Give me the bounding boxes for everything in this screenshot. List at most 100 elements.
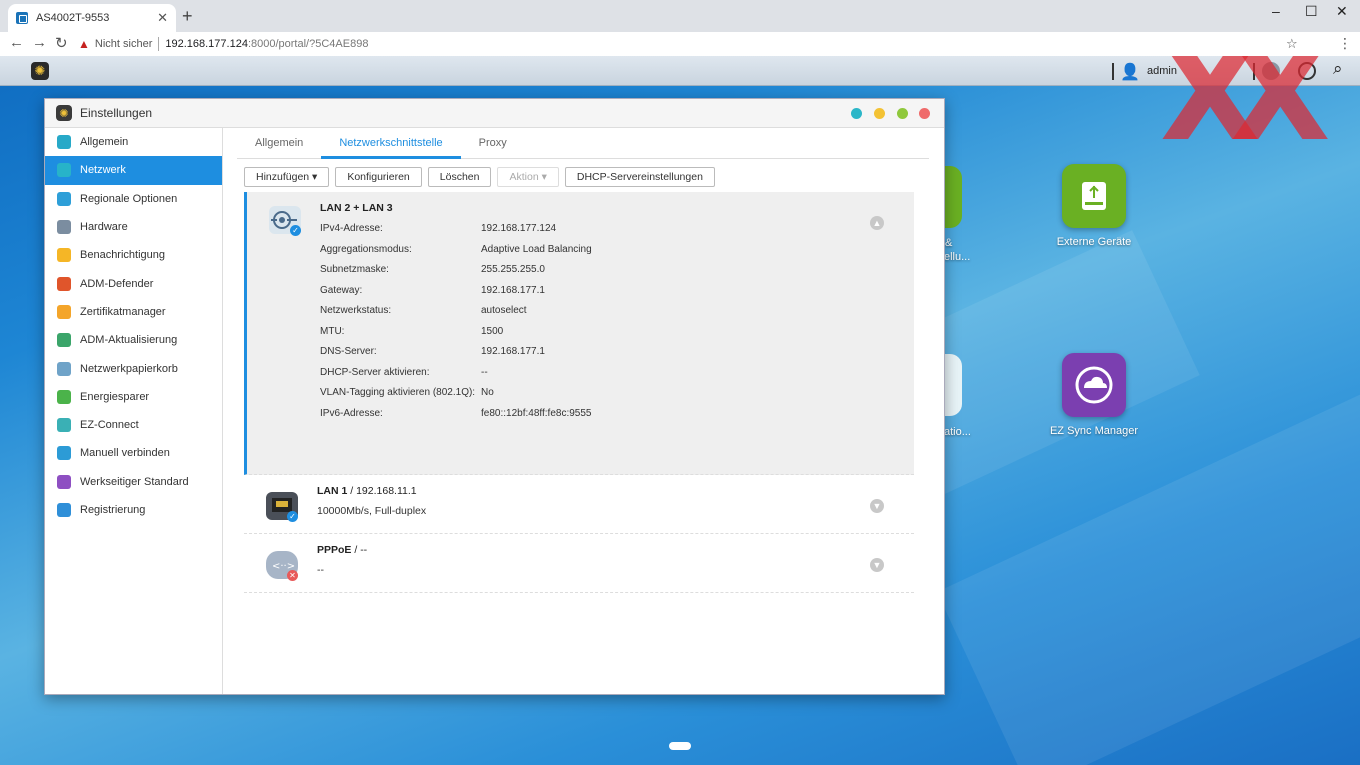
sidebar-item-label: Regionale Optionen bbox=[80, 192, 178, 205]
settings-gear-icon: ✺ bbox=[56, 105, 72, 121]
detail-key: Subnetzmaske: bbox=[320, 264, 389, 275]
help-dot-button[interactable] bbox=[851, 108, 862, 119]
tab-close-icon[interactable]: ✕ bbox=[157, 10, 168, 26]
sidebar-item-netzwerkpapierkorb[interactable]: Netzwerkpapierkorb bbox=[45, 354, 222, 382]
desktop-app-ez-sync[interactable]: EZ Sync Manager bbox=[1049, 353, 1139, 437]
sidebar-item-werkseitiger-standard[interactable]: Werkseitiger Standard bbox=[45, 468, 222, 496]
sidebar-item-icon bbox=[57, 163, 71, 178]
sidebar-item-label: Allgemein bbox=[80, 136, 129, 149]
sidebar-item-icon bbox=[57, 474, 71, 489]
home-icon[interactable]: ✺ bbox=[31, 62, 49, 80]
detail-key: MTU: bbox=[320, 325, 345, 337]
sidebar-item-energiesparer[interactable]: Energiesparer bbox=[45, 383, 222, 411]
address-bar-row: ← → ↻ ▲ Nicht sicher 192.168.177.124 :80… bbox=[0, 32, 1360, 56]
browser-menu-icon[interactable]: ⋮ bbox=[1338, 35, 1352, 52]
maximize-button[interactable]: ☐ bbox=[1305, 3, 1318, 20]
add-button[interactable]: Hinzufügen ▾ bbox=[244, 167, 330, 187]
tab-title: AS4002T-9553 bbox=[36, 12, 110, 24]
detail-key: VLAN-Tagging aktivieren (802.1Q): bbox=[320, 387, 476, 398]
collapse-chevron-icon[interactable]: ▲ bbox=[870, 216, 884, 230]
sidebar-item-benachrichtigung[interactable]: Benachrichtigung bbox=[45, 241, 222, 269]
tab-allgemein[interactable]: Allgemein bbox=[237, 128, 321, 159]
detail-value: fe80::12bf:48ff:fe8c:9555 bbox=[481, 407, 592, 419]
detail-row: DNS-Server: 192.168.177.1 bbox=[320, 346, 545, 357]
window-titlebar[interactable]: ✺ Einstellungen bbox=[45, 99, 944, 128]
dashboard-icon[interactable] bbox=[1298, 62, 1316, 80]
sidebar-item-registrierung[interactable]: Registrierung bbox=[45, 496, 222, 524]
interface-lan23[interactable]: ✓ LAN 2 + LAN 3 IPv4-Adresse: 192.168.177… bbox=[244, 192, 914, 475]
app-label: EZ Sync Manager bbox=[1049, 425, 1139, 437]
partial-app-label: atio... bbox=[944, 426, 971, 438]
detail-row: DHCP-Server aktivieren: -- bbox=[320, 367, 488, 378]
adm-taskbar: ✺ 👤 admin ⌕ bbox=[0, 56, 1360, 86]
detail-value: Adaptive Load Balancing bbox=[481, 243, 592, 255]
detail-value: 255.255.255.0 bbox=[481, 264, 545, 275]
minimize-dot-button[interactable] bbox=[874, 108, 885, 119]
detail-row: IPv4-Adresse: 192.168.177.124 bbox=[320, 223, 556, 234]
sidebar-item-manuell-verbinden[interactable]: Manuell verbinden bbox=[45, 439, 222, 467]
bookmark-star-icon[interactable]: ☆ bbox=[1286, 36, 1298, 52]
forward-icon[interactable]: → bbox=[32, 34, 47, 51]
sidebar-item-label: ADM-Defender bbox=[80, 277, 154, 290]
disconnected-x-icon: ✕ bbox=[287, 570, 298, 581]
sidebar-item-label: Energiesparer bbox=[80, 390, 150, 403]
detail-value: No bbox=[481, 387, 494, 398]
tab-proxy[interactable]: Proxy bbox=[461, 128, 525, 159]
sidebar-item-hardware[interactable]: Hardware bbox=[45, 213, 222, 241]
detail-value: 192.168.177.124 bbox=[481, 223, 557, 234]
detail-row: Subnetzmaske: 255.255.255.0 bbox=[320, 264, 545, 275]
usb-drive-icon bbox=[1062, 164, 1126, 228]
sidebar-item-adm-defender[interactable]: ADM-Defender bbox=[45, 269, 222, 297]
sidebar-item-icon bbox=[57, 191, 71, 206]
sidebar-item-label: Netzwerk bbox=[80, 164, 126, 177]
close-dot-button[interactable] bbox=[919, 108, 930, 119]
back-icon[interactable]: ← bbox=[9, 34, 24, 51]
desktop-app-external-devices[interactable]: Externe Geräte bbox=[1049, 164, 1139, 248]
detail-key: DNS-Server: bbox=[320, 346, 377, 357]
configure-button[interactable]: Konfigurieren bbox=[335, 167, 422, 187]
sidebar-item-adm-aktualisierung[interactable]: ADM-Aktualisierung bbox=[45, 326, 222, 354]
search-icon[interactable]: ⌕ bbox=[1333, 59, 1343, 79]
sidebar-item-label: Benachrichtigung bbox=[80, 249, 166, 262]
sidebar-item-netzwerk[interactable]: Netzwerk bbox=[45, 156, 222, 185]
detail-row: MTU: 1500 bbox=[320, 326, 503, 337]
detail-key: Aggregationsmodus: bbox=[320, 243, 412, 255]
browser-tab-strip: AS4002T-9553 ✕ + – ☐ ✕ bbox=[0, 0, 1360, 32]
expand-chevron-icon[interactable]: ▼ bbox=[870, 499, 884, 513]
window-close-button[interactable]: ✕ bbox=[1336, 3, 1348, 20]
sidebar-item-label: Netzwerkpapierkorb bbox=[80, 362, 178, 375]
interface-name: PPPoE / -- bbox=[317, 544, 368, 556]
sidebar-item-icon bbox=[57, 333, 71, 348]
tab-netzwerkschnittstelle[interactable]: Netzwerkschnittstelle bbox=[321, 128, 461, 159]
maximize-dot-button[interactable] bbox=[897, 108, 908, 119]
sidebar-item-regionale-optionen[interactable]: Regionale Optionen bbox=[45, 185, 222, 213]
security-label[interactable]: Nicht sicher bbox=[95, 38, 152, 50]
sidebar-item-ez-connect[interactable]: EZ-Connect bbox=[45, 411, 222, 439]
sidebar-item-icon bbox=[57, 446, 71, 461]
partial-app-label: ellu... bbox=[944, 251, 971, 263]
url-field[interactable]: ▲ Nicht sicher 192.168.177.124 :8000/por… bbox=[78, 34, 1278, 54]
sidebar-item-label: ADM-Aktualisierung bbox=[80, 334, 178, 347]
detail-value: 192.168.177.1 bbox=[481, 346, 545, 357]
sidebar-item-zertifikatmanager[interactable]: Zertifikatmanager bbox=[45, 298, 222, 326]
delete-button[interactable]: Löschen bbox=[427, 167, 492, 187]
new-tab-button[interactable]: + bbox=[182, 6, 193, 27]
browser-tab[interactable]: AS4002T-9553 ✕ bbox=[8, 4, 176, 32]
action-button[interactable]: Aktion ▾ bbox=[497, 167, 559, 187]
interface-lan1[interactable]: ✓ LAN 1 / 192.168.11.1 10000Mb/s, Full-d… bbox=[244, 475, 914, 534]
dhcp-settings-button[interactable]: DHCP-Servereinstellungen bbox=[564, 167, 715, 187]
dock-handle[interactable] bbox=[669, 742, 691, 750]
sidebar-item-label: EZ-Connect bbox=[80, 419, 139, 432]
expand-chevron-icon[interactable]: ▼ bbox=[870, 558, 884, 572]
detail-value: autoselect bbox=[481, 305, 527, 316]
interface-pppoe[interactable]: <··> ✕ PPPoE / -- -- ▼ bbox=[244, 534, 914, 593]
user-icon[interactable]: 👤 bbox=[1120, 62, 1140, 82]
detail-row: Netzwerkstatus: autoselect bbox=[320, 305, 527, 316]
detail-value: 1500 bbox=[481, 325, 504, 337]
watermark-logo: XX bbox=[1160, 56, 1331, 170]
minimize-button[interactable]: – bbox=[1272, 3, 1280, 19]
interface-status: -- bbox=[317, 564, 324, 576]
sidebar-item-allgemein[interactable]: Allgemein bbox=[45, 128, 222, 156]
settings-sidebar: Allgemein Netzwerk Regionale Optionen Hardw… bbox=[45, 128, 223, 694]
reload-icon[interactable]: ↻ bbox=[55, 34, 68, 52]
